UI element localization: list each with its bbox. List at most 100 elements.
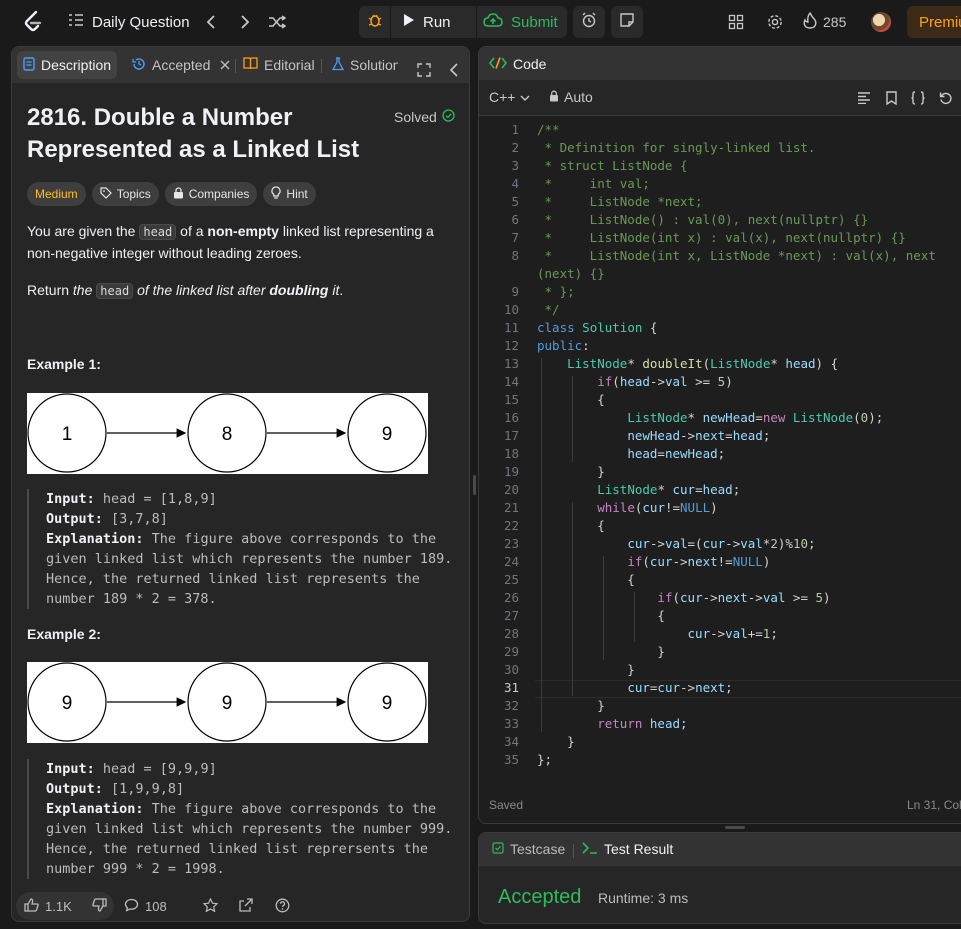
code-line: class Solution { <box>537 320 658 335</box>
node-value: 9 <box>382 424 393 445</box>
vertical-resize-handle[interactable] <box>473 475 476 495</box>
code-line: } <box>537 644 665 659</box>
line-number: 17 <box>503 428 519 443</box>
line-number: 23 <box>503 536 519 551</box>
tab-editorial-label: Editorial <box>264 57 315 73</box>
settings-gear-icon[interactable] <box>765 12 785 32</box>
reset-code-icon[interactable] <box>937 89 955 107</box>
line-number: 4 <box>511 176 519 191</box>
code-line: newHead->next=head; <box>627 428 771 443</box>
example-2-title: Example 2: <box>27 626 101 642</box>
like-button[interactable]: 1.1K <box>24 898 72 915</box>
desc-text: . <box>339 282 344 298</box>
tab-testcase[interactable]: Testcase <box>492 841 565 857</box>
desc-bold-text: non-empty <box>207 223 279 239</box>
next-problem-button[interactable] <box>233 10 257 34</box>
node-value: 9 <box>62 693 73 714</box>
line-number: 21 <box>503 500 519 515</box>
code-line: { <box>537 392 605 407</box>
format-code-icon[interactable] <box>855 89 873 107</box>
code-line: ListNode* newHead=new ListNode(0); <box>627 410 884 425</box>
premium-label: Premium <box>919 13 961 31</box>
code-brackets-icon <box>488 56 508 72</box>
auto-complete-toggle[interactable]: Auto <box>549 89 593 105</box>
code-editor[interactable]: 1 /** 2 * Definition for singly-linked lis… <box>479 122 961 772</box>
debug-button[interactable] <box>359 6 391 38</box>
code-line: { <box>537 518 605 533</box>
flask-icon <box>332 56 345 74</box>
dislike-button[interactable] <box>92 898 107 915</box>
desc-text: You are given the <box>27 223 140 239</box>
verdict-label: Accepted <box>498 886 582 908</box>
explanation-label: Explanation: <box>46 801 144 817</box>
line-number: 28 <box>503 626 519 641</box>
code-line: public: <box>537 338 590 353</box>
leetcode-logo-icon[interactable] <box>22 10 44 34</box>
list-icon <box>68 13 84 31</box>
input-label: Input: <box>46 761 95 777</box>
line-number: 5 <box>511 194 519 209</box>
companies-button[interactable]: Companies <box>164 182 258 206</box>
save-status: Saved <box>489 798 524 812</box>
line-number: 34 <box>503 734 519 749</box>
premium-button[interactable]: Premium <box>907 6 961 38</box>
hint-button[interactable]: Hint <box>263 182 316 206</box>
line-number: 6 <box>511 212 519 227</box>
code-line: if(cur->next!=NULL) <box>627 554 771 569</box>
submit-button[interactable]: Submit <box>479 6 567 38</box>
line-number: 16 <box>503 410 519 425</box>
shuffle-icon[interactable] <box>265 10 289 34</box>
tab-editorial[interactable]: Editorial <box>243 51 315 79</box>
top-bar: Daily Question Run Submit 285 Premi <box>0 0 961 44</box>
comments-count: 108 <box>145 899 167 914</box>
comments-button[interactable]: 108 <box>124 898 167 915</box>
line-number: 9 <box>511 284 519 299</box>
notes-button[interactable] <box>611 6 643 38</box>
lock-icon <box>549 89 559 105</box>
user-avatar[interactable] <box>871 12 891 32</box>
layout-grid-icon[interactable] <box>726 12 746 32</box>
favorite-star-icon[interactable] <box>203 898 218 912</box>
curly-braces-icon[interactable] <box>909 89 927 107</box>
difficulty-badge: Medium <box>27 182 86 206</box>
tab-accepted[interactable]: Accepted <box>132 51 230 79</box>
note-icon <box>619 12 635 33</box>
line-number: 24 <box>503 554 519 569</box>
tab-description[interactable]: Description <box>17 51 118 79</box>
node-value: 1 <box>62 424 73 445</box>
submit-label: Submit <box>511 13 558 31</box>
close-tab-icon[interactable] <box>220 57 230 73</box>
example-1-block: Input: head = [1,8,9] Output: [3,7,8] Ex… <box>27 489 457 609</box>
tab-solutions[interactable]: Solutions <box>332 51 398 79</box>
difficulty-label: Medium <box>35 187 78 201</box>
code-line: ListNode* cur=head; <box>597 482 741 497</box>
inline-code: head <box>139 224 177 240</box>
line-number: 14 <box>503 374 519 389</box>
code-line: while(cur!=NULL) <box>597 500 718 515</box>
streak-counter[interactable]: 285 <box>803 10 846 34</box>
topics-button[interactable]: Topics <box>91 182 159 206</box>
timer-button[interactable] <box>573 6 605 38</box>
maximize-icon[interactable] <box>417 56 431 84</box>
line-number: 20 <box>503 482 519 497</box>
problem-list-button[interactable]: Daily Question <box>68 10 190 34</box>
horizontal-resize-handle[interactable] <box>725 826 745 829</box>
input-value: head = [9,9,9] <box>94 761 217 777</box>
problem-tags: Medium Topics Companies Hint <box>27 182 316 206</box>
bookmark-icon[interactable] <box>882 89 900 107</box>
language-select[interactable]: C++ <box>489 89 530 105</box>
help-question-icon[interactable] <box>275 898 290 913</box>
tab-test-result[interactable]: Test Result <box>582 841 673 857</box>
run-button[interactable]: Run <box>391 6 477 38</box>
code-line: cur->val+=1; <box>687 626 778 641</box>
code-line: cur->val=(cur->val*2)%10; <box>627 536 816 551</box>
tab-description-label: Description <box>41 57 112 73</box>
share-icon[interactable] <box>239 898 253 912</box>
collapse-panel-icon[interactable] <box>449 56 459 84</box>
line-number: 29 <box>503 644 519 659</box>
alarm-clock-icon <box>581 12 597 33</box>
description-tabs: Description Accepted Editorial Solutions <box>12 47 469 83</box>
prev-problem-button[interactable] <box>199 10 223 34</box>
companies-label: Companies <box>188 187 250 201</box>
result-panel-header: Testcase Test Result <box>479 833 961 866</box>
